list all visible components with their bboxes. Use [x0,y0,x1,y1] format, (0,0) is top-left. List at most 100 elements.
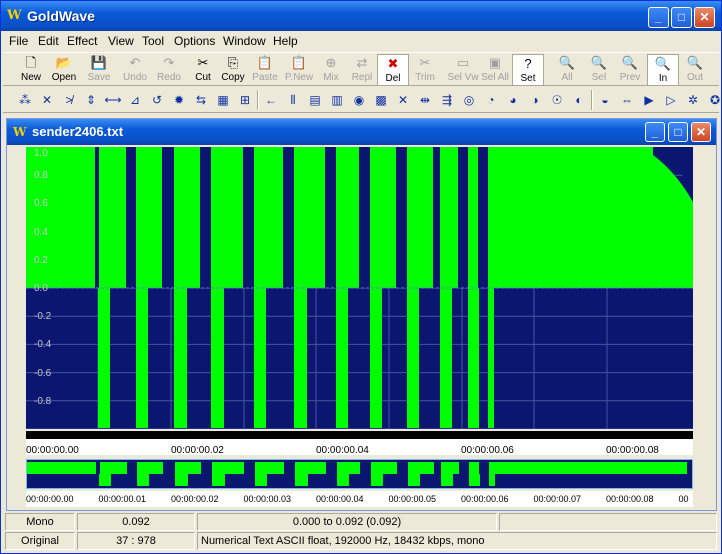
del-button[interactable]: ✖ Del [377,54,409,86]
effect-tool-icon[interactable]: ▩ [371,90,391,110]
app-title: GoldWave [27,8,95,24]
effect-tool-icon[interactable]: ⦀ [283,90,303,110]
toolbar-label: Copy [221,72,245,83]
paste-new-icon: 📋 [290,55,308,70]
effect-tool-icon[interactable]: ⊿ [125,90,145,110]
effect-tool-icon[interactable]: ◒ [595,90,615,110]
goldwave-logo-icon: W [7,8,22,23]
new-button[interactable]: 🗋 New [15,54,47,86]
status-channel: Mono [5,513,75,531]
effect-tool-icon[interactable]: ▶ [639,90,659,110]
sel-vw-button[interactable]: ▭ Sel Vw [447,54,479,86]
waveform-view[interactable]: 1.0 0.8 0.6 0.4 0.2 0.0 -0.2 -0.4 -0.6 -0.8 [26,147,693,429]
effect-tool-icon[interactable]: ↺ [147,90,167,110]
copy-button[interactable]: ⎘ Copy [217,54,249,86]
document-minimize-button[interactable]: _ [645,122,665,142]
mix-button[interactable]: ⊕ Mix [315,54,347,86]
effect-tool-icon[interactable]: ⁂ [15,90,35,110]
copy-icon: ⎘ [227,55,239,70]
effect-tool-icon[interactable]: ◉ [349,90,369,110]
amplitude-label: 0.6 [34,198,48,210]
document-close-button[interactable]: ✕ [691,122,711,142]
effect-tool-icon[interactable]: ▦ [213,90,233,110]
paste-button[interactable]: 📋 Paste [249,54,281,86]
overview-wave-gap [397,462,408,474]
amplitude-label: 0.2 [34,254,48,266]
time-ruler[interactable]: 00:00:00.00 00:00:00.02 00:00:00.04 00:00:0… [26,431,693,456]
toolbar-label: Paste [252,72,278,83]
menu-edit[interactable]: Edit [38,34,59,48]
effect-tool-icon[interactable]: ☉ [547,90,567,110]
overview-waveform[interactable] [26,459,693,489]
menu-tool[interactable]: Tool [142,34,164,48]
p-new-button[interactable]: 📋 P.New [283,54,315,86]
toolbar-label: Prev [619,72,641,83]
effect-tool-icon[interactable]: ⇹ [415,90,435,110]
effect-tool-icon[interactable]: ⇶ [437,90,457,110]
prev-button[interactable]: 🔍 Prev [614,54,646,86]
cut-button[interactable]: ✂ Cut [187,54,219,86]
overview-wave-segment [295,474,308,486]
effect-tool-icon[interactable]: ◎ [459,90,479,110]
menu-file[interactable]: File [9,34,28,48]
effect-tool-icon[interactable]: ⟷ [103,90,123,110]
undo-button[interactable]: ↶ Undo [119,54,151,86]
effect-tool-icon[interactable]: ✕ [37,90,57,110]
document-title: sender2406.txt [32,124,124,139]
effect-tool-icon[interactable]: ◐ [569,90,589,110]
close-button[interactable]: ✕ [694,7,715,28]
document-title-bar[interactable]: W sender2406.txt _ □ ✕ [7,119,716,145]
effect-tool-icon[interactable]: ◑ [525,90,545,110]
effect-tool-icon[interactable]: ✲ [683,90,703,110]
select-all-icon: ▣ [488,55,502,70]
sel-button[interactable]: 🔍 Sel [583,54,615,86]
menu-view[interactable]: View [108,34,134,48]
out-button[interactable]: 🔍 Out [679,54,711,86]
waveform-negative-pulse [468,288,479,428]
effect-tool-icon[interactable]: ▥ [327,90,347,110]
waveform-negative-pulse [294,288,307,428]
zoom-all-icon: 🔍 [558,55,576,70]
zoom-out-icon: 🔍 [686,55,704,70]
sel-all-button[interactable]: ▣ Sel All [479,54,511,86]
effect-tool-icon[interactable]: ▷ [661,90,681,110]
toolbar-label: P.New [284,72,314,83]
trim-button[interactable]: ✂ Trim [409,54,441,86]
in-button[interactable]: 🔍 In [647,54,679,86]
effect-tool-icon[interactable]: ✕ [393,90,413,110]
effect-tool-icon[interactable]: ◔ [481,90,501,110]
effect-tool-icon[interactable]: ← [261,90,281,110]
menu-help[interactable]: Help [273,34,298,48]
effect-tool-icon[interactable]: ≯ [59,90,79,110]
effect-tool-icon[interactable]: ◕ [503,90,523,110]
status-position: 37 : 978 [77,532,195,550]
redo-button[interactable]: ↷ Redo [153,54,185,86]
effect-tool-icon[interactable]: ⇆ [191,90,211,110]
menu-options[interactable]: Options [174,34,215,48]
overview-wave-gap [459,462,469,474]
effect-tool-icon[interactable]: ⊞ [235,90,255,110]
effect-tool-icon[interactable]: ▤ [305,90,325,110]
effect-tool-icon[interactable]: ⇔ [617,90,637,110]
title-bar[interactable]: W GoldWave _ □ ✕ [1,1,721,31]
amplitude-label: 0.4 [34,226,48,238]
effect-tool-icon[interactable]: ✹ [169,90,189,110]
effect-tool-icon[interactable]: ✪ [705,90,722,110]
all-button[interactable]: 🔍 All [551,54,583,86]
overview-time-label: 00:00:00.02 [171,494,219,504]
save-button[interactable]: 💾 Save [83,54,115,86]
zoom-previous-icon: 🔍 [621,55,639,70]
repl-button[interactable]: ⇄ Repl [346,54,378,86]
menu-window[interactable]: Window [223,34,266,48]
menu-effect[interactable]: Effect [67,34,97,48]
overview-wave-segment [441,474,453,486]
effect-tool-icon[interactable]: ⇕ [81,90,101,110]
open-button[interactable]: 📂 Open [48,54,80,86]
waveform-gap [283,147,294,288]
minimize-button[interactable]: _ [648,7,669,28]
document-maximize-button[interactable]: □ [668,122,688,142]
maximize-button[interactable]: □ [671,7,692,28]
set-button[interactable]: ? Set [512,54,544,86]
amplitude-label: -0.2 [34,311,52,323]
amplitude-label: -0.6 [34,367,52,379]
